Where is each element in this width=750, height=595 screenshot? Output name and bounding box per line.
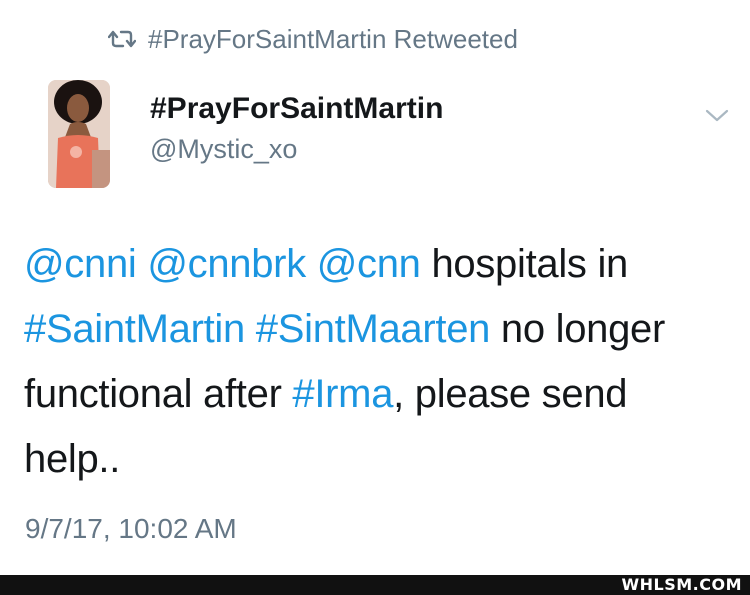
chevron-down-icon[interactable] (704, 105, 730, 125)
retweet-icon (108, 29, 136, 49)
tweet-text: @cnni @cnnbrk @cnn hospitals in #SaintMa… (24, 232, 729, 492)
hashtag-link[interactable]: #Irma (292, 372, 393, 416)
mention-link[interactable]: @cnn (317, 242, 421, 286)
mention-link[interactable]: @cnni (24, 242, 137, 286)
author-display-name[interactable]: #PrayForSaintMartin (150, 92, 443, 126)
text-segment (137, 242, 148, 286)
hashtag-link[interactable]: #SintMaarten (256, 307, 491, 351)
text-segment (245, 307, 256, 351)
retweet-label[interactable]: #PrayForSaintMartin Retweeted (148, 24, 518, 55)
tweet-timestamp[interactable]: 9/7/17, 10:02 AM (25, 513, 237, 545)
author-handle[interactable]: @Mystic_xo (150, 134, 297, 165)
text-segment: hospitals in (420, 242, 628, 286)
hashtag-link[interactable]: #SaintMartin (24, 307, 245, 351)
retweet-context: #PrayForSaintMartin Retweeted (108, 22, 518, 56)
watermark: WHLSM.COM (621, 575, 742, 594)
avatar[interactable] (48, 80, 110, 188)
footer-bar: WHLSM.COM (0, 575, 750, 595)
text-segment (306, 242, 317, 286)
mention-link[interactable]: @cnnbrk (147, 242, 306, 286)
